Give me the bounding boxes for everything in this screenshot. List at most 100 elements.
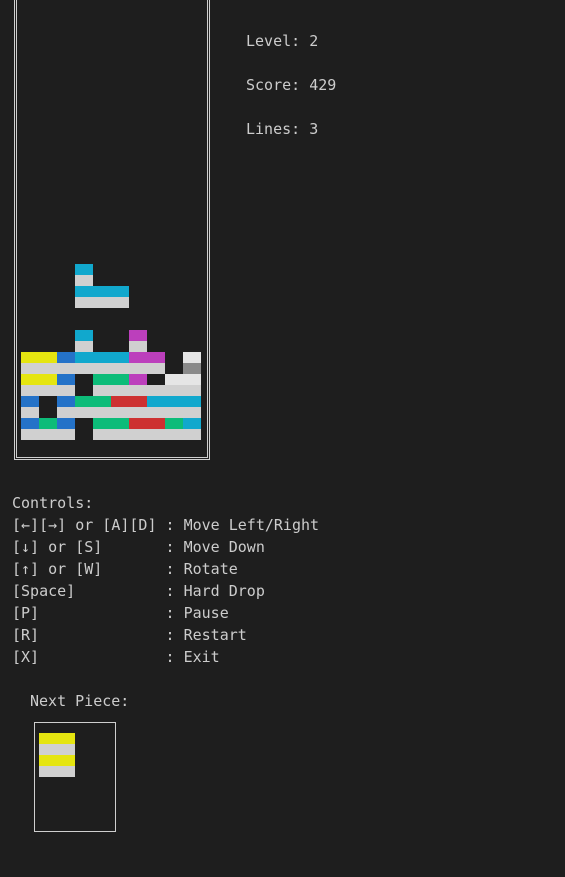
board-cell <box>75 297 93 308</box>
board-cell <box>57 407 75 418</box>
board-cell <box>75 352 93 363</box>
board-cell <box>129 418 147 429</box>
board-cell <box>111 429 129 440</box>
next-piece-cell <box>39 755 57 766</box>
board-cell <box>183 396 201 407</box>
controls-help: Controls: [←][→] or [A][D] : Move Left/R… <box>12 492 319 668</box>
board-cell <box>147 363 165 374</box>
board-cell <box>57 363 75 374</box>
board-cell <box>147 385 165 396</box>
board-cell <box>165 396 183 407</box>
board-cell <box>93 352 111 363</box>
board-cell <box>183 429 201 440</box>
board-cell <box>39 429 57 440</box>
board-cell <box>129 374 147 385</box>
board-cell <box>21 374 39 385</box>
board-cell <box>183 385 201 396</box>
board-cell <box>57 429 75 440</box>
board-cell <box>75 286 93 297</box>
level-display: Level: 2 <box>246 32 319 50</box>
board-cell <box>183 407 201 418</box>
next-piece-cell <box>39 733 57 744</box>
board-cell <box>21 363 39 374</box>
board-cell <box>21 352 39 363</box>
board-cell <box>21 396 39 407</box>
control-move-left-right: [←][→] or [A][D] : Move Left/Right <box>12 516 320 534</box>
board-cell <box>93 286 111 297</box>
board-cell <box>57 418 75 429</box>
next-piece-label: Next Piece: <box>30 692 130 710</box>
board-cell <box>93 374 111 385</box>
board-cell <box>129 341 147 352</box>
board-cell <box>111 286 129 297</box>
board-cell <box>93 385 111 396</box>
board-cell <box>111 363 129 374</box>
board-cell <box>57 385 75 396</box>
board-cell <box>57 396 75 407</box>
control-move-down: [↓] or [S] : Move Down <box>12 538 265 556</box>
board-cell <box>21 407 39 418</box>
board-cell <box>93 418 111 429</box>
board-cell <box>147 429 165 440</box>
board-cell <box>57 374 75 385</box>
board-cell <box>147 396 165 407</box>
board-cell <box>111 352 129 363</box>
board-cell <box>75 330 93 341</box>
board-cell <box>147 407 165 418</box>
board-cell <box>111 374 129 385</box>
board-cell <box>111 297 129 308</box>
control-rotate: [↑] or [W] : Rotate <box>12 560 238 578</box>
board-cell <box>93 297 111 308</box>
board-cell <box>111 396 129 407</box>
board-cell <box>129 396 147 407</box>
board-cell <box>39 418 57 429</box>
next-piece-cell <box>57 744 75 755</box>
stats-panel: Level: 2 Score: 429 Lines: 3 <box>246 30 336 162</box>
board-cell <box>21 429 39 440</box>
control-pause: [P] : Pause <box>12 604 229 622</box>
board-cell <box>183 352 201 363</box>
board-cell <box>183 374 201 385</box>
board-cell <box>75 264 93 275</box>
board-cell <box>93 363 111 374</box>
board-cell <box>165 429 183 440</box>
board-cell <box>165 385 183 396</box>
board-cell <box>111 385 129 396</box>
board-cell <box>93 429 111 440</box>
board-cell <box>75 341 93 352</box>
board-cell <box>129 352 147 363</box>
board-cell <box>39 363 57 374</box>
next-piece-cell <box>57 733 75 744</box>
board-cell <box>39 374 57 385</box>
board-cell <box>111 407 129 418</box>
board-cell <box>111 418 129 429</box>
board-cell <box>39 352 57 363</box>
game-board <box>21 0 201 446</box>
control-restart: [R] : Restart <box>12 626 247 644</box>
board-cell <box>165 407 183 418</box>
board-cell <box>75 407 93 418</box>
next-piece-cell <box>57 766 75 777</box>
next-piece-cell <box>39 766 57 777</box>
board-cell <box>75 396 93 407</box>
next-piece-cell <box>57 755 75 766</box>
score-display: Score: 429 <box>246 76 337 94</box>
board-cell <box>129 330 147 341</box>
board-cell <box>129 407 147 418</box>
board-cell <box>165 418 183 429</box>
control-exit: [X] : Exit <box>12 648 220 666</box>
board-cell <box>93 407 111 418</box>
next-piece-cell <box>39 744 57 755</box>
board-cell <box>183 363 201 374</box>
board-cell <box>75 275 93 286</box>
board-cell <box>129 385 147 396</box>
board-cell <box>129 363 147 374</box>
board-cell <box>21 418 39 429</box>
board-cell <box>129 429 147 440</box>
board-cell <box>93 396 111 407</box>
board-cell <box>57 352 75 363</box>
board-cell <box>165 374 183 385</box>
board-cell <box>147 352 165 363</box>
board-cell <box>39 385 57 396</box>
controls-title: Controls: <box>12 494 94 512</box>
